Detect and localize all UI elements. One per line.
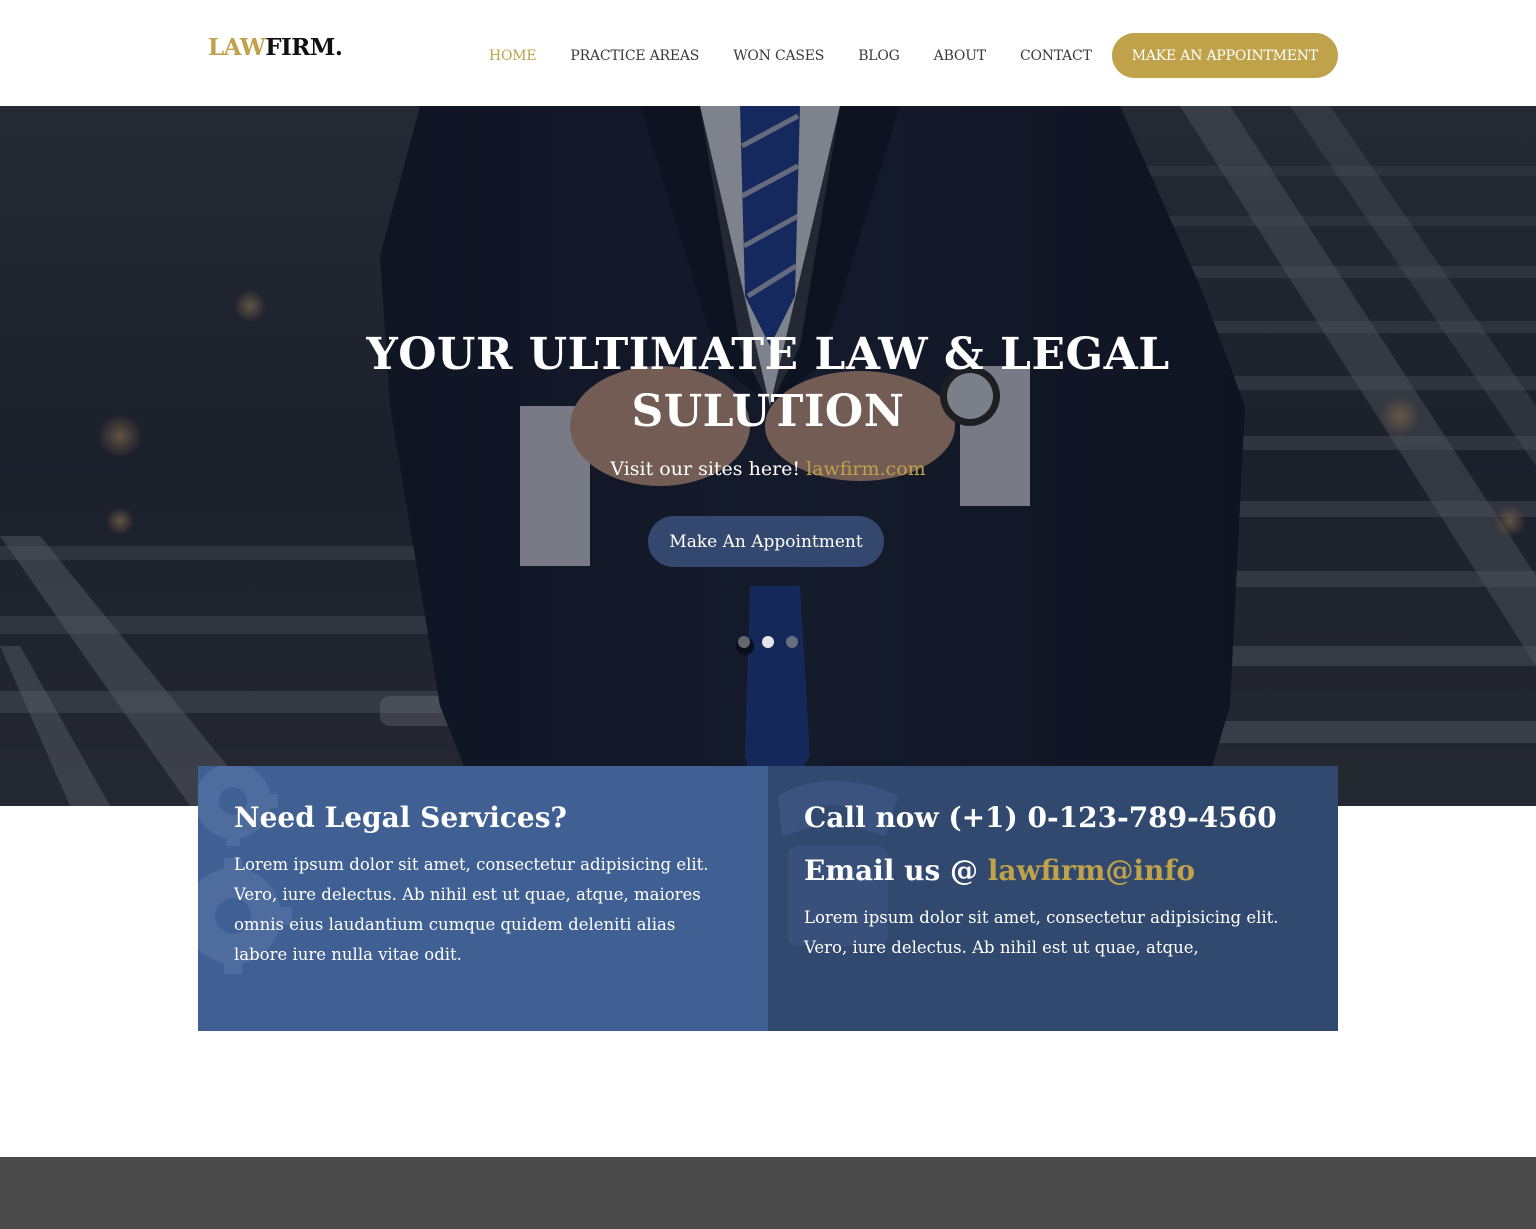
slider-pagination (738, 636, 810, 648)
slider-dot-3[interactable] (786, 636, 798, 648)
nav-blog[interactable]: BLOG (858, 48, 900, 64)
contact-text: Lorem ipsum dolor sit amet, consectetur … (804, 908, 1279, 957)
call-now-line[interactable]: Call now (+1) 0-123-789-4560 (804, 800, 1302, 836)
hero-site-link[interactable]: lawfirm.com (806, 458, 926, 480)
email-line: Email us @ lawfirm@info (804, 853, 1302, 889)
legal-services-text: Lorem ipsum dolor sit amet, consectetur … (234, 855, 709, 964)
nav-won-cases[interactable]: WON CASES (733, 48, 824, 64)
hero-subtitle-text: Visit our sites here! (610, 458, 801, 480)
contact-panel: Call now (+1) 0-123-789-4560 Email us @ … (768, 766, 1338, 1031)
hero-title-line1: YOUR ULTIMATE LAW & LEGAL (366, 329, 1170, 380)
site-logo[interactable]: LAWFIRM. (208, 34, 343, 61)
nav-contact[interactable]: CONTACT (1020, 48, 1092, 64)
legal-services-heading: Need Legal Services? (234, 801, 567, 834)
hero-subtitle: Visit our sites here! lawfirm.com (0, 458, 1536, 480)
hero-title-line2: SULUTION (631, 386, 905, 437)
hero-title: YOUR ULTIMATE LAW & LEGAL SULUTION (0, 326, 1536, 440)
make-appointment-hero-button[interactable]: Make An Appointment (648, 516, 884, 567)
hero-background-image (0, 106, 1536, 806)
site-header: LAWFIRM. HOME PRACTICE AREAS WON CASES B… (0, 0, 1536, 106)
slider-dot-2[interactable] (762, 636, 774, 648)
nav-about[interactable]: ABOUT (934, 48, 986, 64)
logo-firm: FIRM. (265, 34, 343, 61)
next-section-band (0, 1157, 1536, 1229)
nav-home[interactable]: HOME (489, 48, 537, 64)
make-appointment-nav-button[interactable]: MAKE AN APPOINTMENT (1111, 33, 1338, 78)
info-panels: Need Legal Services? Lorem ipsum dolor s… (198, 766, 1338, 1031)
nav-practice-areas[interactable]: PRACTICE AREAS (570, 48, 699, 64)
email-prefix: Email us @ (804, 854, 979, 887)
hero-slider: YOUR ULTIMATE LAW & LEGAL SULUTION Visit… (0, 106, 1536, 806)
main-nav: HOME PRACTICE AREAS WON CASES BLOG ABOUT… (455, 33, 1338, 78)
email-link[interactable]: lawfirm@info (988, 854, 1195, 887)
legal-services-panel: Need Legal Services? Lorem ipsum dolor s… (198, 766, 768, 1031)
slider-dot-1[interactable] (738, 636, 750, 648)
logo-law: LAW (208, 34, 266, 61)
